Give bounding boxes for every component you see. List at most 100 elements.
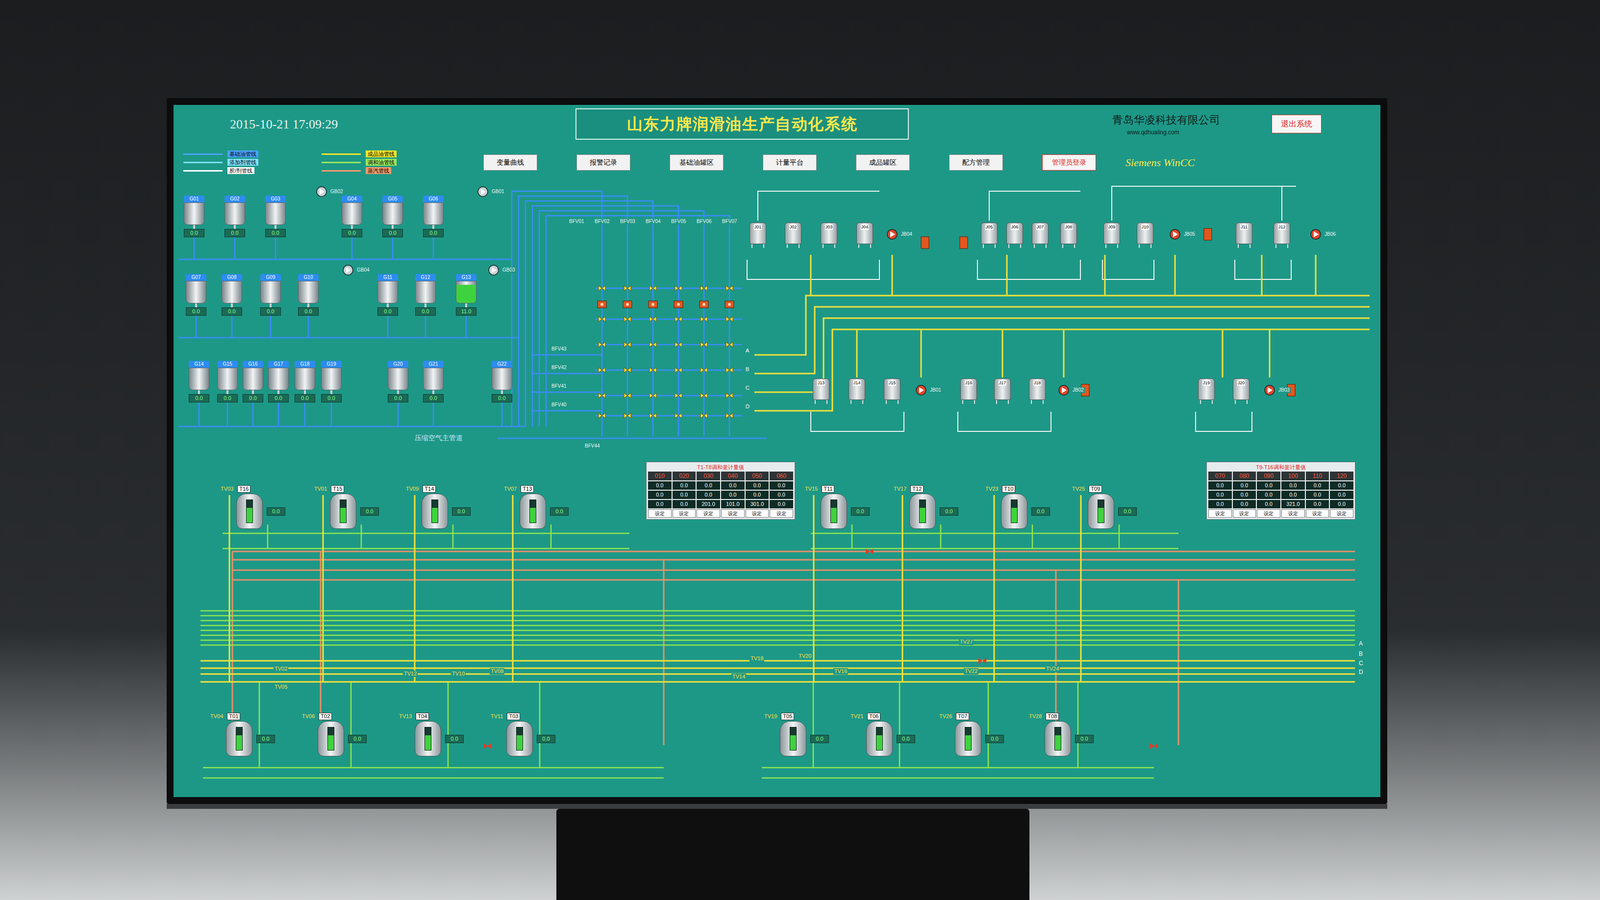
reactor-body (421, 493, 449, 529)
mixer-tank[interactable]: J19 (1197, 378, 1216, 404)
reactor[interactable]: TV13T040.0 (398, 712, 464, 757)
reactor[interactable]: TV06T020.0 (300, 712, 367, 757)
pump[interactable]: JB06 (1309, 227, 1337, 241)
reactor[interactable]: TV04T010.0 (209, 712, 275, 757)
pump[interactable]: GB01 (476, 185, 506, 199)
storage-tank[interactable]: G160.0 (241, 360, 265, 403)
meter-set-button[interactable]: 设定 (1232, 509, 1257, 518)
mixer-tank[interactable]: J09 (1102, 222, 1121, 249)
storage-tank[interactable]: G140.0 (187, 360, 211, 403)
meter-set-button[interactable]: 设定 (648, 509, 672, 518)
pump[interactable]: JB01 (914, 383, 943, 397)
storage-tank[interactable]: G030.0 (263, 195, 288, 238)
storage-tank[interactable]: G220.0 (490, 360, 514, 403)
pump[interactable]: JB02 (1057, 383, 1085, 397)
tank-value: 0.0 (185, 307, 207, 316)
storage-tank[interactable]: G170.0 (266, 360, 291, 403)
pump-label: GB02 (329, 188, 345, 195)
reactor-fill (830, 507, 837, 523)
meter-set-button[interactable]: 设定 (672, 509, 697, 518)
reactor-gauge (246, 499, 253, 524)
reactor[interactable]: TV11T030.0 (489, 712, 556, 757)
meter-set-button[interactable]: 设定 (1256, 509, 1281, 518)
storage-tank[interactable]: G050.0 (380, 195, 405, 238)
meter-set-button[interactable]: 设定 (1281, 509, 1305, 518)
mixer-tank[interactable]: J05 (980, 222, 999, 249)
mixer-tank[interactable]: J18 (1028, 378, 1047, 404)
storage-tank[interactable]: G080.0 (220, 274, 244, 316)
nav-button[interactable]: 配方管理 (949, 154, 1003, 171)
reactor-body (236, 493, 263, 529)
storage-tank[interactable]: G040.0 (340, 195, 364, 238)
mixer-tank[interactable]: J10 (1136, 222, 1154, 249)
meter-set-button[interactable]: 设定 (696, 509, 721, 518)
mixer-tank[interactable]: J12 (1273, 222, 1291, 249)
reactor[interactable]: TV23T100.0 (984, 485, 1050, 529)
tank-label: G07 (185, 274, 207, 281)
reactor[interactable]: TV21T060.0 (849, 712, 916, 757)
storage-tank[interactable]: G200.0 (386, 360, 410, 403)
meter-column: 1000.00.0321.0设定 (1281, 471, 1305, 518)
line-valve-label: TV08 (489, 668, 505, 675)
reactor[interactable]: TV07T130.0 (502, 485, 569, 529)
nav-button[interactable]: 成品罐区 (855, 154, 910, 171)
reactor[interactable]: TV25T090.0 (1071, 485, 1137, 529)
pump[interactable]: JB04 (885, 227, 914, 241)
mixer-tank[interactable]: J07 (1031, 222, 1050, 249)
storage-tank[interactable]: G110.0 (375, 274, 400, 316)
nav-button[interactable]: 管理员登录 (1042, 154, 1097, 171)
pump[interactable]: GB02 (315, 185, 345, 199)
storage-tank[interactable]: G010.0 (182, 195, 206, 238)
mixer-tank[interactable]: J02 (784, 222, 802, 249)
mixer-tank[interactable]: J17 (993, 378, 1012, 404)
meter-value: 0.0 (696, 481, 721, 490)
nav-button[interactable]: 变量曲线 (483, 154, 538, 171)
nav-button[interactable]: 计量平台 (762, 154, 817, 171)
mixer-tank[interactable]: J03 (820, 222, 838, 249)
reactor-gauge (1097, 499, 1105, 524)
mixer-tank[interactable]: J15 (883, 378, 901, 404)
mixer-tank[interactable]: J11 (1235, 222, 1253, 249)
pump[interactable]: JB03 (1263, 383, 1291, 397)
pump[interactable]: GB03 (487, 263, 517, 277)
storage-tank[interactable]: G210.0 (421, 360, 446, 403)
tank-body (415, 280, 436, 304)
pump[interactable]: GB04 (341, 263, 371, 277)
mixer-tank[interactable]: J04 (855, 222, 874, 249)
mixer-tank[interactable]: J20 (1232, 378, 1250, 404)
storage-tank[interactable]: G07 0.0 (184, 274, 208, 316)
meter-set-button[interactable]: 设定 (1305, 509, 1330, 518)
reactor[interactable]: TV01T150.0 (313, 485, 379, 529)
reactor[interactable]: TV26T070.0 (938, 712, 1004, 757)
meter-set-button[interactable]: 设定 (1329, 509, 1354, 518)
nav-button[interactable]: 基础油罐区 (669, 154, 724, 171)
reactor[interactable]: TV15T110.0 (803, 485, 870, 529)
nav-button[interactable]: 报警记录 (576, 154, 631, 171)
storage-tank[interactable]: G120.0 (413, 274, 438, 316)
storage-tank[interactable]: G150.0 (215, 360, 240, 403)
storage-tank[interactable]: G190.0 (319, 360, 344, 403)
mixer-tank[interactable]: J08 (1059, 222, 1078, 249)
meter-set-button[interactable]: 设定 (745, 509, 770, 518)
mixer-tank[interactable]: J01 (749, 222, 767, 249)
exit-button[interactable]: 退出系统 (1271, 114, 1322, 134)
reactor[interactable]: TV19T050.0 (763, 712, 829, 757)
meter-set-button[interactable]: 设定 (1208, 509, 1232, 518)
storage-tank[interactable]: G060.0 (421, 195, 446, 238)
storage-tank[interactable]: G020.0 (223, 195, 247, 238)
reactor[interactable]: TV09T140.0 (404, 485, 471, 529)
storage-tank[interactable]: G180.0 (293, 360, 317, 403)
storage-tank[interactable]: G100.0 (296, 274, 321, 316)
meter-set-button[interactable]: 设定 (769, 509, 794, 518)
mixer-tank[interactable]: J16 (959, 378, 978, 404)
reactor[interactable]: TV03T160.0 (219, 485, 286, 529)
pump[interactable]: JB05 (1168, 227, 1197, 241)
mixer-tank[interactable]: J13 (812, 378, 830, 404)
mixer-tank[interactable]: J06 (1005, 222, 1024, 249)
mixer-tank[interactable]: J14 (848, 378, 866, 404)
reactor[interactable]: TV28T080.0 (1027, 712, 1094, 757)
storage-tank[interactable]: G1311.0 (454, 274, 478, 316)
reactor[interactable]: TV17T120.0 (892, 485, 959, 529)
meter-set-button[interactable]: 设定 (721, 509, 745, 518)
storage-tank[interactable]: G090.0 (258, 274, 283, 316)
